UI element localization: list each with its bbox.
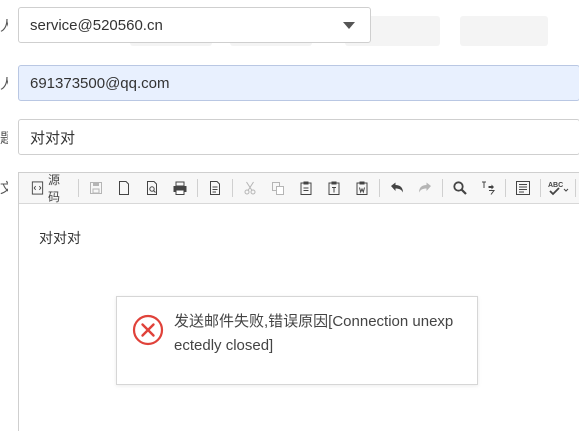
paste-icon[interactable] <box>295 177 317 199</box>
source-icon <box>31 181 44 195</box>
source-button-label: 源码 <box>47 173 60 204</box>
undo-icon[interactable] <box>386 177 408 199</box>
preview-icon[interactable] <box>141 177 163 199</box>
redo-icon[interactable] <box>414 177 436 199</box>
body-label: 文 <box>0 180 8 196</box>
from-label: 人 <box>0 18 8 34</box>
spellcheck-icon[interactable]: ABC <box>547 177 569 199</box>
subject-field-value: 对对对 <box>30 129 76 147</box>
chevron-down-icon[interactable] <box>343 21 355 29</box>
copy-icon[interactable] <box>267 177 289 199</box>
template-icon[interactable] <box>204 177 226 199</box>
svg-text:ABC: ABC <box>548 182 563 189</box>
find-icon[interactable] <box>449 177 471 199</box>
toolbar-divider <box>505 179 507 197</box>
paste-text-icon[interactable] <box>323 177 345 199</box>
toolbar-divider <box>540 179 542 197</box>
from-select[interactable]: service@520560.cn <box>18 7 371 43</box>
new-page-icon[interactable] <box>113 177 135 199</box>
paste-word-icon[interactable] <box>351 177 373 199</box>
save-icon[interactable] <box>85 177 107 199</box>
error-message: 发送邮件失败,错误原因[Connection unexpectedly clos… <box>174 313 454 354</box>
to-field-value: 691373500@qq.com <box>30 74 170 92</box>
toolbar-divider <box>379 179 381 197</box>
source-button[interactable]: 源码 <box>28 173 72 204</box>
from-select-value: service@520560.cn <box>30 16 163 34</box>
editor-toolbar: 源码 ABC <box>19 173 579 204</box>
toolbar-divider <box>197 179 199 197</box>
toolbar-divider <box>575 179 576 197</box>
ghost-button <box>460 16 548 46</box>
toolbar-divider <box>232 179 234 197</box>
editor-content[interactable]: 对对对 <box>19 204 579 272</box>
to-label: 人 <box>0 76 8 92</box>
cut-icon[interactable] <box>239 177 261 199</box>
select-all-icon[interactable] <box>512 177 534 199</box>
error-circle-icon <box>132 314 164 346</box>
print-icon[interactable] <box>169 177 191 199</box>
to-field[interactable]: 691373500@qq.com <box>18 65 579 101</box>
toolbar-divider <box>78 179 80 197</box>
replace-icon[interactable] <box>477 177 499 199</box>
toolbar-divider <box>442 179 444 197</box>
subject-field[interactable]: 对对对 <box>18 119 579 155</box>
subject-label: 题 <box>0 130 8 146</box>
error-dialog: 发送邮件失败,错误原因[Connection unexpectedly clos… <box>116 296 478 385</box>
